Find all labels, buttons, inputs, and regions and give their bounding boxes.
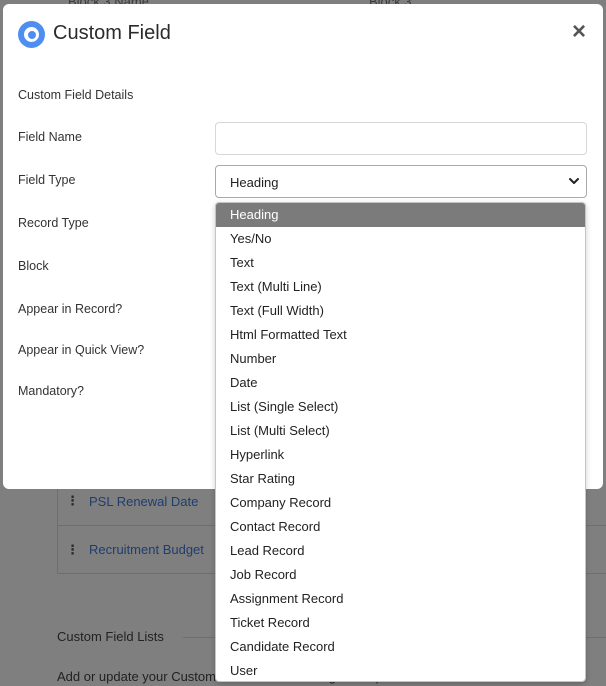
chevron-down-icon	[569, 178, 579, 184]
dropdown-option[interactable]: Ticket Record	[216, 611, 585, 635]
dropdown-option[interactable]: List (Single Select)	[216, 395, 585, 419]
close-button[interactable]: ×	[569, 20, 589, 44]
field-link[interactable]: Recruitment Budget	[89, 542, 204, 557]
field-type-dropdown: Heading Yes/No Text Text (Multi Line) Text (…	[215, 202, 586, 682]
field-name-input[interactable]	[215, 122, 587, 155]
dropdown-option[interactable]: Hyperlink	[216, 443, 585, 467]
brand-logo-icon	[18, 21, 45, 48]
dropdown-option[interactable]: Text (Multi Line)	[216, 275, 585, 299]
dropdown-option[interactable]: Number	[216, 347, 585, 371]
dropdown-option[interactable]: User	[216, 659, 585, 681]
dropdown-option[interactable]: Assignment Record	[216, 587, 585, 611]
field-name-label: Field Name	[18, 130, 82, 144]
drag-handle-icon[interactable]: ⋮	[58, 493, 86, 509]
dropdown-option[interactable]: Contact Record	[216, 515, 585, 539]
field-type-selected-value: Heading	[230, 175, 279, 190]
modal-title: Custom Field	[53, 22, 171, 44]
dropdown-option[interactable]: List (Multi Select)	[216, 419, 585, 443]
dropdown-option[interactable]: Yes/No	[216, 227, 585, 251]
block-label: Block	[18, 259, 49, 273]
dropdown-option[interactable]: Html Formatted Text	[216, 323, 585, 347]
mandatory-label: Mandatory?	[18, 384, 85, 398]
drag-handle-icon[interactable]: ⋮	[58, 542, 86, 558]
section-label: Custom Field Details	[18, 88, 134, 102]
appear-in-record-label: Appear in Record?	[18, 302, 123, 316]
dropdown-option[interactable]: Date	[216, 371, 585, 395]
field-type-label: Field Type	[18, 173, 76, 187]
appear-in-quick-view-label: Appear in Quick View?	[18, 343, 145, 357]
section-title: Custom Field Lists	[57, 629, 164, 644]
dropdown-option[interactable]: Text (Full Width)	[216, 299, 585, 323]
dropdown-option[interactable]: Star Rating	[216, 467, 585, 491]
dropdown-option[interactable]: Company Record	[216, 491, 585, 515]
field-type-options: Heading Yes/No Text Text (Multi Line) Text (…	[216, 203, 585, 681]
field-type-select[interactable]: Heading	[215, 165, 587, 198]
field-link[interactable]: PSL Renewal Date	[89, 494, 198, 509]
record-type-label: Record Type	[18, 216, 89, 230]
dropdown-option[interactable]: Job Record	[216, 563, 585, 587]
dropdown-option[interactable]: Lead Record	[216, 539, 585, 563]
dropdown-option[interactable]: Text	[216, 251, 585, 275]
dropdown-option[interactable]: Candidate Record	[216, 635, 585, 659]
dropdown-option[interactable]: Heading	[216, 203, 585, 227]
modal-header: Custom Field ×	[3, 4, 603, 64]
